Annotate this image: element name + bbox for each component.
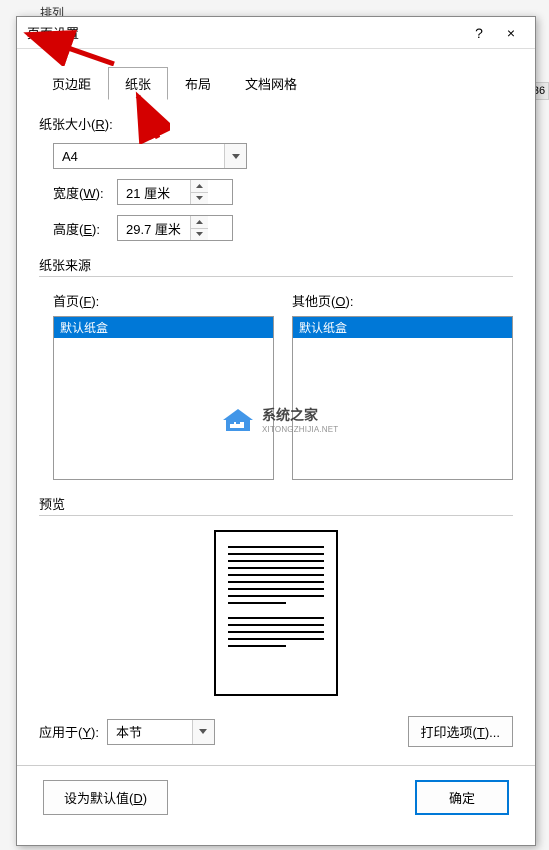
tab-list: 页边距 纸张 布局 文档网格 <box>17 49 535 100</box>
first-page-item[interactable]: 默认纸盒 <box>54 317 273 338</box>
apply-to-arrow[interactable] <box>192 720 214 744</box>
other-pages-item[interactable]: 默认纸盒 <box>293 317 512 338</box>
print-options-button[interactable]: 打印选项(T)... <box>408 716 513 747</box>
page-setup-dialog: 页面设置 ? × 页边距 纸张 布局 文档网格 纸张大小(R): 宽度(W): <box>16 16 536 846</box>
paper-size-combo[interactable] <box>53 143 247 169</box>
other-pages-listbox[interactable]: 默认纸盒 <box>292 316 513 480</box>
paper-source-label: 纸张来源 <box>39 255 513 274</box>
paper-size-dropdown-arrow[interactable] <box>224 144 246 168</box>
close-button[interactable]: × <box>495 19 527 47</box>
ok-button[interactable]: 确定 <box>415 780 509 815</box>
width-down[interactable] <box>191 193 208 205</box>
other-pages-label: 其他页(O): <box>292 291 513 310</box>
tab-paper[interactable]: 纸张 <box>108 67 168 100</box>
width-spinner[interactable] <box>117 179 233 205</box>
apply-to-combo[interactable] <box>107 719 215 745</box>
titlebar: 页面设置 ? × <box>17 17 535 49</box>
tab-margins[interactable]: 页边距 <box>35 67 108 100</box>
tab-grid[interactable]: 文档网格 <box>228 67 314 100</box>
dialog-content: 纸张大小(R): 宽度(W): <box>17 100 535 829</box>
tab-layout[interactable]: 布局 <box>168 67 228 100</box>
first-page-label: 首页(F): <box>53 291 274 310</box>
help-button[interactable]: ? <box>463 19 495 47</box>
set-default-button[interactable]: 设为默认值(D) <box>43 780 168 815</box>
paper-size-input[interactable] <box>54 144 224 168</box>
first-page-listbox[interactable]: 默认纸盒 <box>53 316 274 480</box>
height-label: 高度(E): <box>53 219 117 238</box>
height-up[interactable] <box>191 216 208 229</box>
height-down[interactable] <box>191 229 208 241</box>
preview-label: 预览 <box>39 494 513 513</box>
paper-size-label: 纸张大小(R): <box>39 114 513 133</box>
preview-thumbnail <box>214 530 338 696</box>
width-up[interactable] <box>191 180 208 193</box>
height-spinner[interactable] <box>117 215 233 241</box>
apply-to-input[interactable] <box>108 720 192 744</box>
dialog-title: 页面设置 <box>25 23 463 42</box>
apply-to-label: 应用于(Y): <box>39 722 99 741</box>
width-label: 宽度(W): <box>53 183 117 202</box>
width-input[interactable] <box>118 180 190 204</box>
height-input[interactable] <box>118 216 190 240</box>
